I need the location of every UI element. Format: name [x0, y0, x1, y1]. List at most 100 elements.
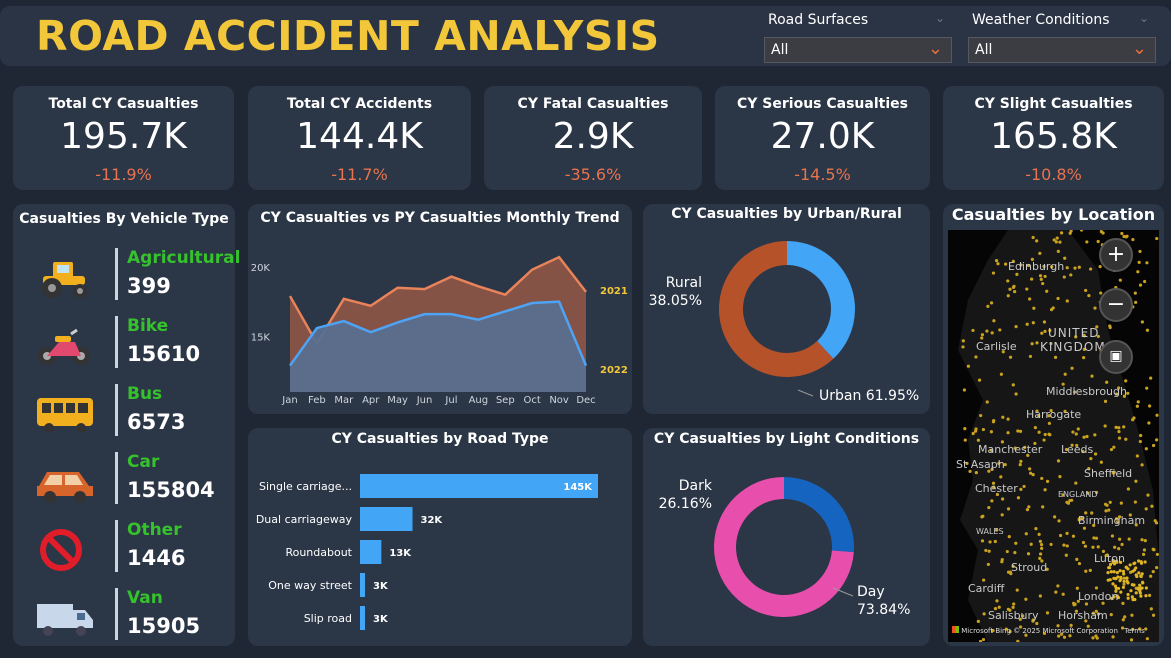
map-place-label: Birmingham	[1078, 514, 1146, 527]
vehicle-value: 15905	[127, 614, 201, 638]
map-canvas[interactable]: Edinburgh UNITED KINGDOM Carlisle Middlesbro…	[948, 230, 1159, 642]
kpi-card-fatal-casualties[interactable]: CY Fatal Casualties 2.9K -35.6%	[484, 86, 702, 190]
vehicle-name: Car	[127, 452, 160, 472]
map-place-label: Chester	[975, 482, 1018, 495]
light-conditions-panel: CY Casualties by Light Conditions Dark 26…	[643, 428, 930, 646]
x-tick-label: Jan	[281, 395, 297, 406]
zoom-in-button[interactable]: +	[1099, 238, 1133, 272]
vehicle-value: 15610	[127, 342, 201, 366]
map-place-label: Middlesbrough	[1046, 385, 1127, 398]
bar	[360, 540, 382, 564]
donut-percent: 73.84%	[857, 602, 910, 618]
vehicle-value: 155804	[127, 478, 215, 502]
map-place-label: Salisbury	[988, 609, 1039, 622]
kpi-change: -11.9%	[95, 165, 152, 184]
vehicle-item-bike[interactable]: Bike 15610	[13, 312, 235, 378]
monthly-trend-chart[interactable]: 20K 15K 2021 2022 Jan Feb Mar Apr May Jun Jul Aug Se…	[248, 204, 632, 414]
category-label: Slip road	[304, 612, 352, 625]
category-label: Dual carriageway	[256, 513, 353, 526]
kpi-card-total-accidents[interactable]: Total CY Accidents 144.4K -11.7%	[248, 86, 471, 190]
kpi-title: CY Slight Casualties	[974, 96, 1133, 112]
x-tick-label: Apr	[362, 395, 380, 406]
divider	[115, 248, 118, 300]
map-brand: Microsoft Bing	[961, 627, 1011, 635]
bar	[360, 606, 365, 630]
microsoft-logo-icon	[952, 626, 959, 633]
map-place-label: Sheffield	[1084, 467, 1133, 480]
vehicle-name: Van	[127, 588, 163, 608]
select-area-button[interactable]: ▣	[1099, 340, 1133, 374]
kpi-title: CY Fatal Casualties	[517, 96, 669, 112]
data-label: 3K	[373, 581, 389, 592]
x-tick-label: Mar	[334, 395, 354, 406]
donut-label: Urban 61.95%	[819, 388, 919, 404]
weather-conditions-label: Weather Conditions	[972, 12, 1110, 28]
kpi-value: 195.7K	[60, 116, 187, 157]
urban-rural-panel: CY Casualties by Urban/Rural Rural 38.05%…	[643, 204, 930, 414]
divider	[115, 588, 118, 640]
leader-line	[797, 389, 814, 397]
kpi-change: -14.5%	[794, 165, 851, 184]
prohibited-icon	[40, 529, 82, 571]
category-label: Single carriage...	[259, 480, 352, 493]
chevron-down-icon: ⌄	[927, 38, 943, 59]
vehicle-item-car[interactable]: Car 155804	[13, 448, 235, 514]
kpi-value: 2.9K	[552, 116, 634, 157]
vehicle-name: Agricultural	[127, 248, 241, 268]
road-surfaces-dropdown[interactable]: All ⌄	[764, 37, 952, 63]
map-place-label: Cardiff	[968, 582, 1005, 595]
vehicle-item-van[interactable]: Van 15905	[13, 584, 235, 650]
donut-label: Day	[857, 584, 885, 600]
kpi-card-serious-casualties[interactable]: CY Serious Casualties 27.0K -14.5%	[715, 86, 930, 190]
kpi-change: -10.8%	[1025, 165, 1082, 184]
map-place-label: Horsham	[1058, 609, 1108, 622]
car-icon	[37, 472, 93, 503]
light-conditions-donut[interactable]: Dark 26.16% Day 73.84%	[643, 428, 930, 646]
map-place-label: Manchester	[978, 443, 1043, 456]
kpi-card-slight-casualties[interactable]: CY Slight Casualties 165.8K -10.8%	[943, 86, 1164, 190]
series-label: 2021	[600, 286, 628, 297]
map-copyright: © 2025 Microsoft Corporation	[1013, 627, 1118, 635]
kpi-change: -11.7%	[331, 165, 388, 184]
kpi-card-total-casualties[interactable]: Total CY Casualties 195.7K -11.9%	[13, 86, 234, 190]
map-place-label: Luton	[1094, 552, 1125, 565]
divider	[115, 452, 118, 504]
bus-icon	[37, 398, 93, 433]
data-label: 13K	[389, 548, 412, 559]
weather-conditions-dropdown[interactable]: All ⌄	[968, 37, 1156, 63]
zoom-out-button[interactable]: −	[1099, 288, 1133, 322]
category-label: Roundabout	[285, 546, 352, 559]
kpi-title: Total CY Casualties	[48, 96, 199, 112]
dashboard-title: ROAD ACCIDENT ANALYSIS	[36, 12, 660, 60]
map-place-label: Edinburgh	[1008, 260, 1065, 273]
vehicle-item-other[interactable]: Other 1446	[13, 516, 235, 582]
map-place-label: WALES	[976, 527, 1004, 536]
chevron-down-icon[interactable]: ⌄	[1139, 11, 1149, 25]
map-place-label: Carlisle	[976, 340, 1017, 353]
road-type-bar-chart[interactable]: Single carriage... 145K Dual carriageway 32…	[248, 428, 632, 646]
map-place-label: Leeds	[1061, 443, 1094, 456]
chevron-down-icon: ⌄	[1131, 38, 1147, 59]
series-label: 2022	[600, 365, 628, 376]
bar	[360, 507, 413, 531]
vehicle-name: Other	[127, 520, 182, 540]
urban-rural-donut[interactable]: Rural 38.05% Urban 61.95%	[643, 204, 930, 414]
motorbike-icon	[38, 328, 90, 365]
x-tick-label: Aug	[469, 395, 489, 406]
map-terms-link[interactable]: Terms	[1124, 627, 1145, 635]
map-place-label: Stroud	[1011, 561, 1048, 574]
map-place-label: ENGLAND	[1058, 490, 1098, 499]
vehicle-value: 6573	[127, 410, 186, 434]
vehicle-value: 1446	[127, 546, 186, 570]
bar	[360, 474, 598, 498]
x-tick-label: Nov	[549, 395, 569, 406]
map-place-label: Harrogate	[1026, 408, 1082, 421]
kpi-value: 165.8K	[990, 116, 1117, 157]
chevron-down-icon[interactable]: ⌄	[935, 11, 945, 25]
panel-title: Casualties By Vehicle Type	[19, 211, 229, 227]
kpi-value: 144.4K	[296, 116, 423, 157]
kpi-title: CY Serious Casualties	[737, 96, 908, 112]
vehicle-item-bus[interactable]: Bus 6573	[13, 380, 235, 446]
panel-title: Casualties by Location	[951, 205, 1156, 224]
vehicle-item-agricultural[interactable]: Agricultural 399	[13, 244, 240, 310]
